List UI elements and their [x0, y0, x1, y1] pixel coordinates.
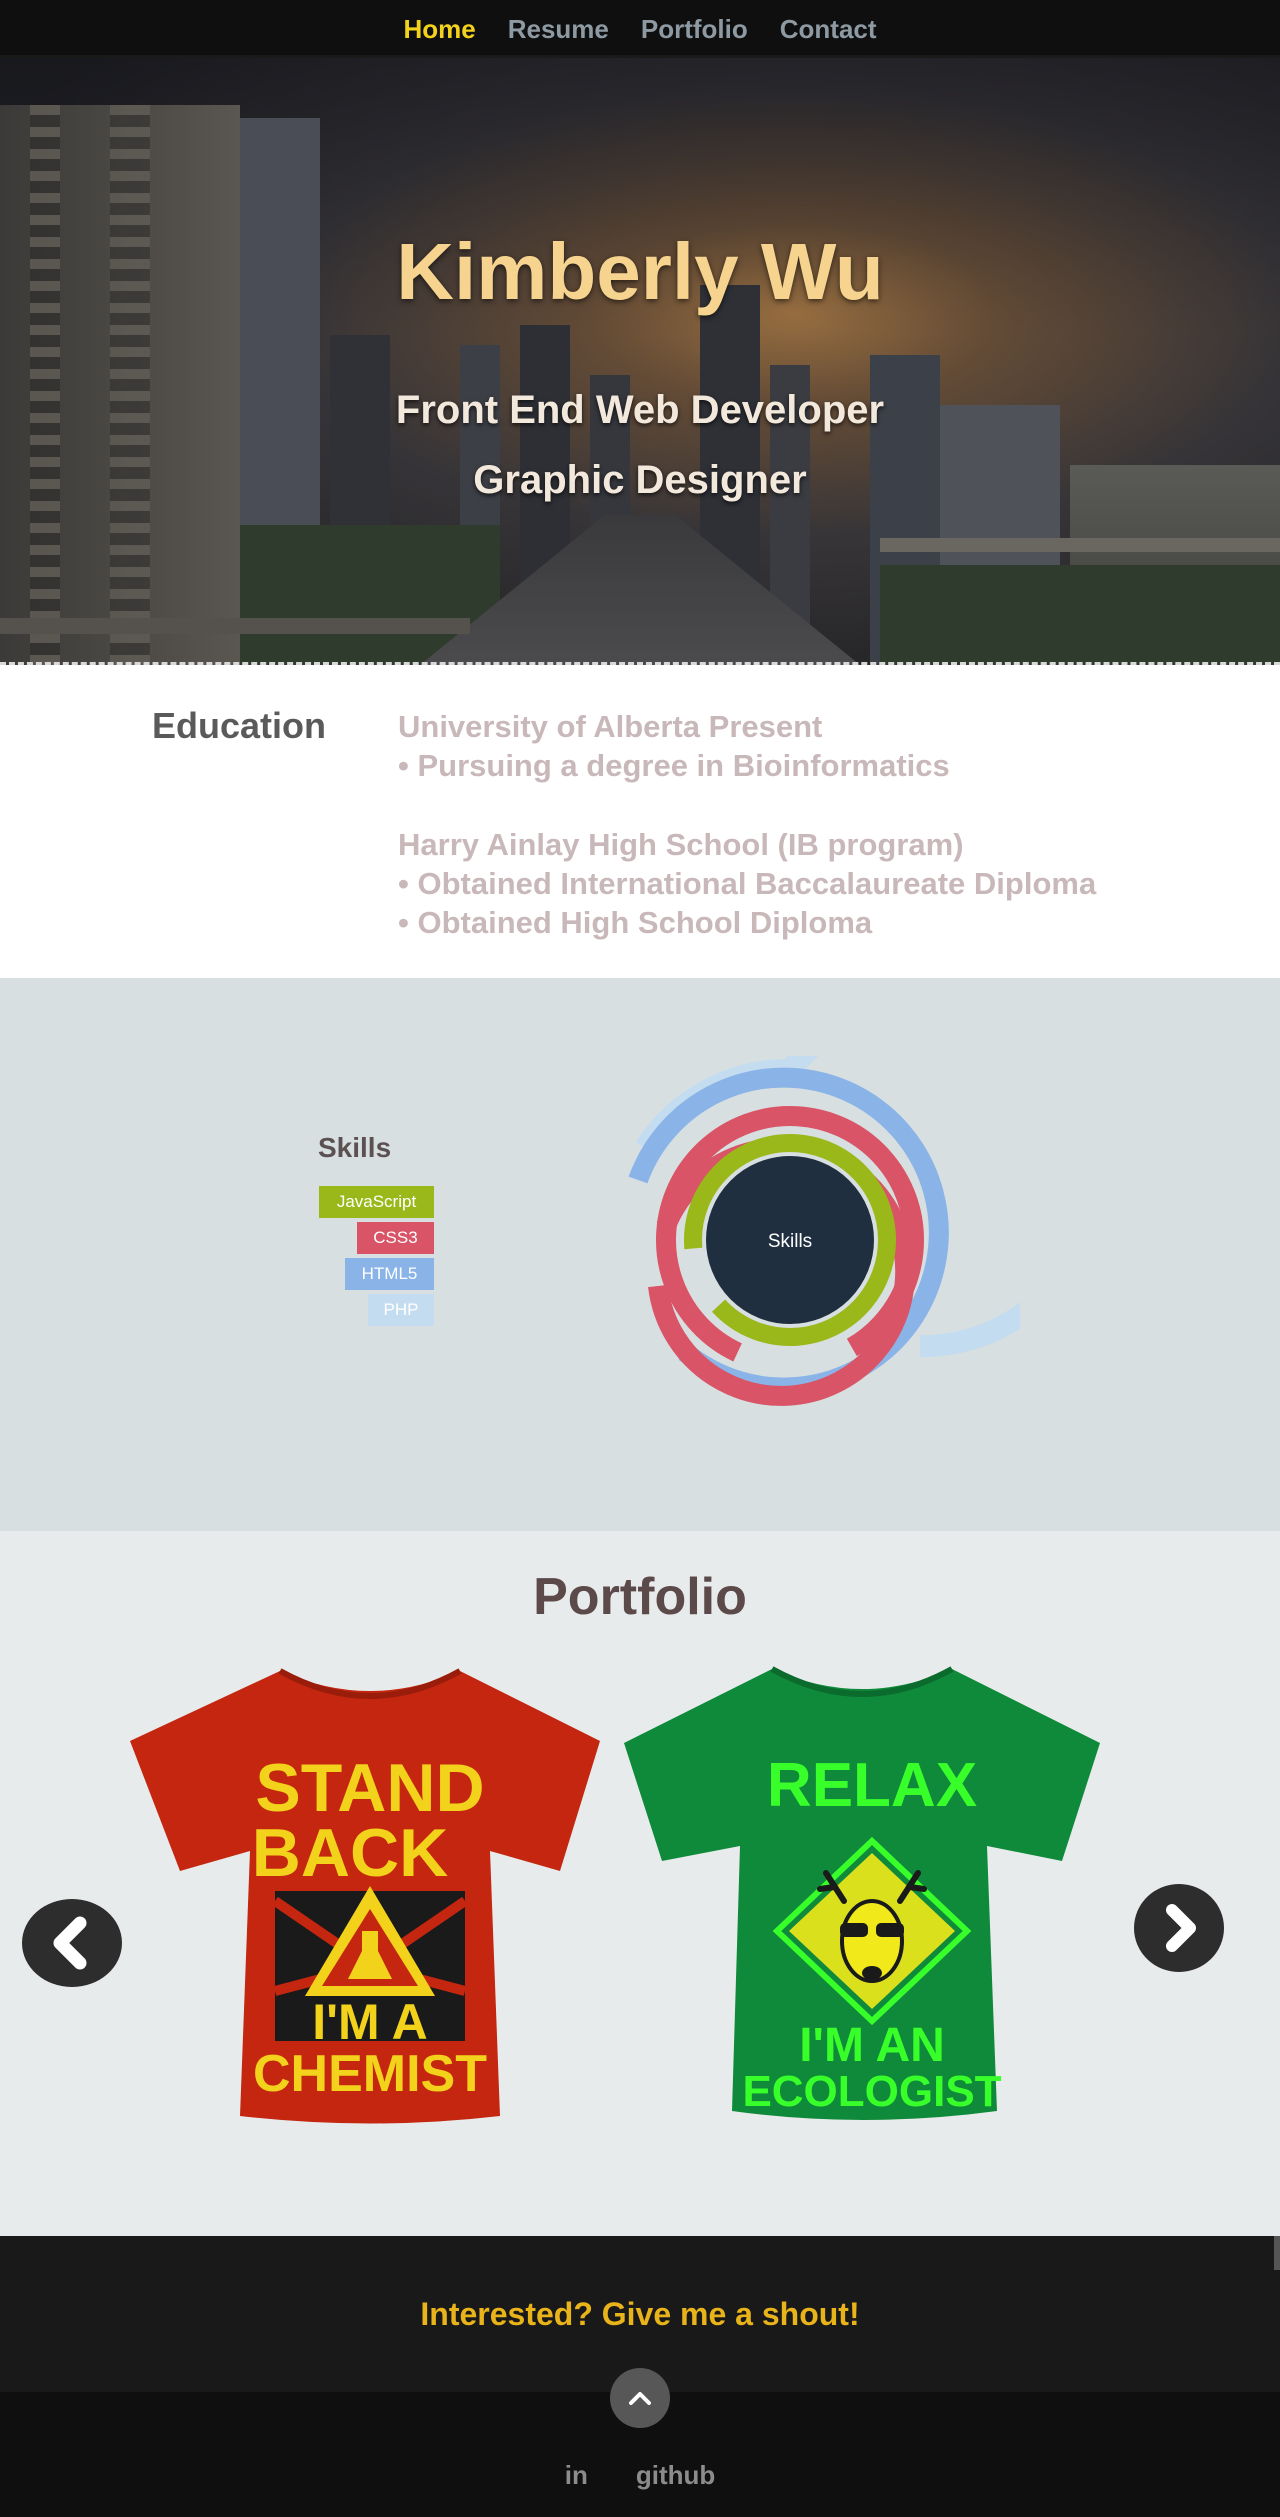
legend-html5: HTML5: [345, 1258, 434, 1290]
hero-cityscape-image: [0, 58, 1280, 665]
tshirt-text: RELAX: [767, 1751, 977, 1820]
tshirt-text: BACK: [252, 1815, 448, 1891]
carousel-prev-button[interactable]: [22, 1899, 122, 1987]
education-entry: Harry Ainlay High School (IB program) • …: [398, 825, 1096, 942]
tshirt-text: CHEMIST: [253, 2045, 487, 2103]
education-school: Harry Ainlay High School (IB program): [398, 827, 964, 862]
education-item: • Pursuing a degree in Bioinformatics: [398, 748, 950, 783]
github-link[interactable]: github: [636, 2460, 715, 2491]
portfolio-item-chemist-tshirt[interactable]: STAND BACK I'M A CHEMIST: [130, 1661, 610, 2131]
chevron-right-icon: [1166, 1904, 1196, 1952]
tshirt-text: I'M A: [312, 1994, 428, 2050]
scrollbar-thumb[interactable]: [1274, 2236, 1280, 2270]
hero-banner: Kimberly Wu Front End Web Developer Grap…: [0, 58, 1280, 665]
chevron-up-icon: [629, 2392, 651, 2405]
portfolio-item-ecologist-tshirt[interactable]: RELAX I'M AN ECOLOGIST: [622, 1661, 1102, 2131]
contact-cta: Interested? Give me a shout!: [420, 2296, 860, 2332]
linkedin-link[interactable]: in: [565, 2460, 588, 2491]
footer: in github: [0, 2368, 1280, 2517]
education-item: • Obtained International Baccalaureate D…: [398, 866, 1097, 901]
education-item: • Obtained High School Diploma: [398, 905, 873, 940]
hero-name: Kimberly Wu: [396, 227, 884, 316]
back-to-top-button[interactable]: [610, 2368, 670, 2428]
portfolio-section: Portfolio STAND BACK I'M A CHEMIST RELAX…: [0, 1531, 1280, 2236]
portfolio-heading: Portfolio: [533, 1568, 747, 1626]
hero-role-secondary: Graphic Designer: [473, 458, 807, 502]
hero-role-primary: Front End Web Developer: [395, 388, 885, 432]
nav-home-link[interactable]: Home: [387, 14, 491, 45]
legend-php: PHP: [368, 1294, 434, 1326]
skills-radial-chart: Skills: [628, 1056, 1020, 1406]
top-navbar: Home Resume Portfolio Contact: [0, 0, 1280, 58]
skills-section: Skills JavaScript CSS3 HTML5 PHP Skills: [0, 978, 1280, 1531]
nav-resume-link[interactable]: Resume: [492, 14, 625, 45]
legend-javascript: JavaScript: [319, 1186, 434, 1218]
education-heading: Education: [152, 705, 327, 746]
education-section: Education University of Alberta Present …: [0, 665, 1280, 978]
carousel-next-button[interactable]: [1134, 1884, 1224, 1972]
nav-contact-link[interactable]: Contact: [764, 14, 893, 45]
nav-portfolio-link[interactable]: Portfolio: [625, 14, 764, 45]
nav-menu: Home Resume Portfolio Contact: [0, 0, 1280, 58]
skills-center-label: Skills: [768, 1231, 812, 1252]
education-entry: University of Alberta Present • Pursuing…: [398, 707, 950, 785]
tshirt-text: I'M AN: [799, 2019, 945, 2072]
education-school: University of Alberta Present: [398, 709, 823, 744]
tshirt-text: ECOLOGIST: [742, 2067, 1001, 2116]
legend-css3: CSS3: [357, 1222, 434, 1254]
chevron-left-icon: [53, 1916, 87, 1970]
skills-legend-title: Skills: [318, 1132, 392, 1163]
social-links: in github: [0, 2460, 1280, 2491]
